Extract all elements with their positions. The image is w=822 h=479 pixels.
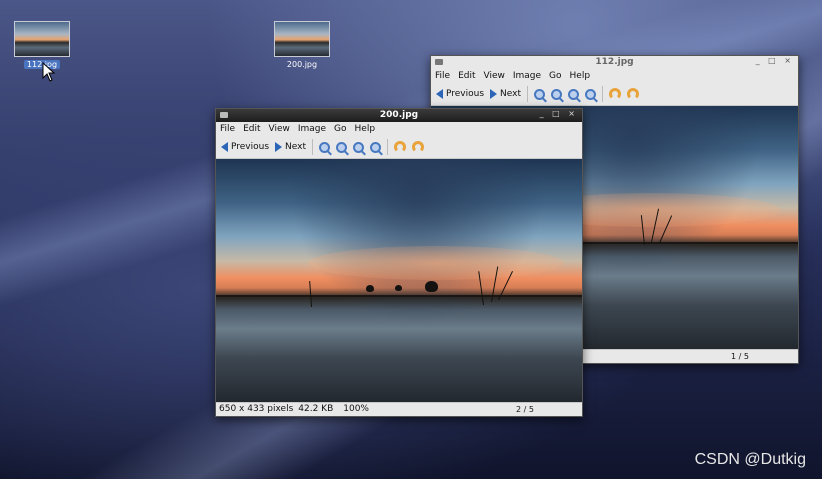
reed-silhouette <box>309 280 313 307</box>
rotate-left-icon[interactable] <box>609 88 622 100</box>
menu-edit[interactable]: Edit <box>243 124 260 134</box>
file-size: 42.2 KB <box>298 404 334 414</box>
menu-image[interactable]: Image <box>298 124 326 134</box>
tree-silhouette <box>395 285 403 292</box>
menu-help[interactable]: Help <box>355 124 376 134</box>
next-label: Next <box>285 142 307 152</box>
toolbar-separator <box>387 139 389 155</box>
image-position: 1 / 5 <box>731 351 749 361</box>
menubar: File Edit View Image Go Help <box>431 69 798 83</box>
toolbar-separator <box>312 139 314 155</box>
menu-help[interactable]: Help <box>570 71 591 81</box>
zoom-normal-icon[interactable] <box>353 141 365 153</box>
image-dimensions: 650 x 433 pixels <box>219 404 294 414</box>
zoom-level: 100% <box>343 404 369 414</box>
previous-label: Previous <box>446 89 485 99</box>
previous-button[interactable]: Previous <box>436 89 484 99</box>
zoom-out-icon[interactable] <box>551 88 563 100</box>
previous-label: Previous <box>231 142 270 152</box>
status-bar: 650 x 433 pixels 42.2 KB 100% 2 / 5 <box>216 402 582 415</box>
previous-button[interactable]: Previous <box>221 142 269 152</box>
rotate-right-icon[interactable] <box>412 141 425 153</box>
next-button[interactable]: Next <box>275 142 306 152</box>
window-title: 112.jpg <box>595 57 634 67</box>
desktop-icon-200[interactable]: 200.jpg <box>273 21 331 70</box>
zoom-out-icon[interactable] <box>336 141 348 153</box>
menubar: File Edit View Image Go Help <box>216 122 582 136</box>
next-label: Next <box>500 89 522 99</box>
window-title: 200.jpg <box>379 110 419 120</box>
toolbar-separator <box>602 86 604 102</box>
window-titlebar[interactable]: 200.jpg _ □ × <box>216 109 582 122</box>
arrow-right-icon <box>275 142 283 152</box>
thumbnail-200 <box>274 21 330 57</box>
toolbar: Previous Next <box>216 136 582 159</box>
horizon-line <box>216 295 582 298</box>
arrow-left-icon <box>221 142 228 152</box>
zoom-in-icon[interactable] <box>534 88 546 100</box>
rotate-right-icon[interactable] <box>627 88 640 100</box>
image-canvas[interactable] <box>216 159 582 402</box>
menu-view[interactable]: View <box>269 124 290 134</box>
tree-silhouette <box>366 285 375 293</box>
image-viewer-window-200[interactable]: 200.jpg _ □ × File Edit View Image Go He… <box>215 108 583 417</box>
toolbar: Previous Next <box>431 83 798 106</box>
zoom-fit-icon[interactable] <box>585 88 597 100</box>
menu-image[interactable]: Image <box>513 71 541 81</box>
next-button[interactable]: Next <box>490 89 521 99</box>
window-controls[interactable]: _ □ × <box>540 109 578 118</box>
arrow-left-icon <box>436 89 443 99</box>
menu-go[interactable]: Go <box>334 124 346 134</box>
arrow-right-icon <box>490 89 498 99</box>
mouse-cursor-icon <box>42 62 56 82</box>
image-position: 2 / 5 <box>516 404 534 414</box>
zoom-in-icon[interactable] <box>319 141 331 153</box>
window-controls[interactable]: _ □ × <box>756 56 794 65</box>
toolbar-separator <box>527 86 529 102</box>
tree-silhouette <box>424 280 438 292</box>
menu-view[interactable]: View <box>484 71 505 81</box>
sunset-glow <box>307 246 564 281</box>
menu-go[interactable]: Go <box>549 71 561 81</box>
watermark: CSDN @Dutkig <box>694 451 806 468</box>
zoom-normal-icon[interactable] <box>568 88 580 100</box>
zoom-fit-icon[interactable] <box>370 141 382 153</box>
window-titlebar[interactable]: 112.jpg _ □ × <box>431 56 798 69</box>
thumbnail-112 <box>14 21 70 57</box>
desktop-icon-label: 200.jpg <box>286 60 318 69</box>
menu-edit[interactable]: Edit <box>458 71 475 81</box>
menu-file[interactable]: File <box>435 71 450 81</box>
rotate-left-icon[interactable] <box>394 141 407 153</box>
menu-file[interactable]: File <box>220 124 235 134</box>
